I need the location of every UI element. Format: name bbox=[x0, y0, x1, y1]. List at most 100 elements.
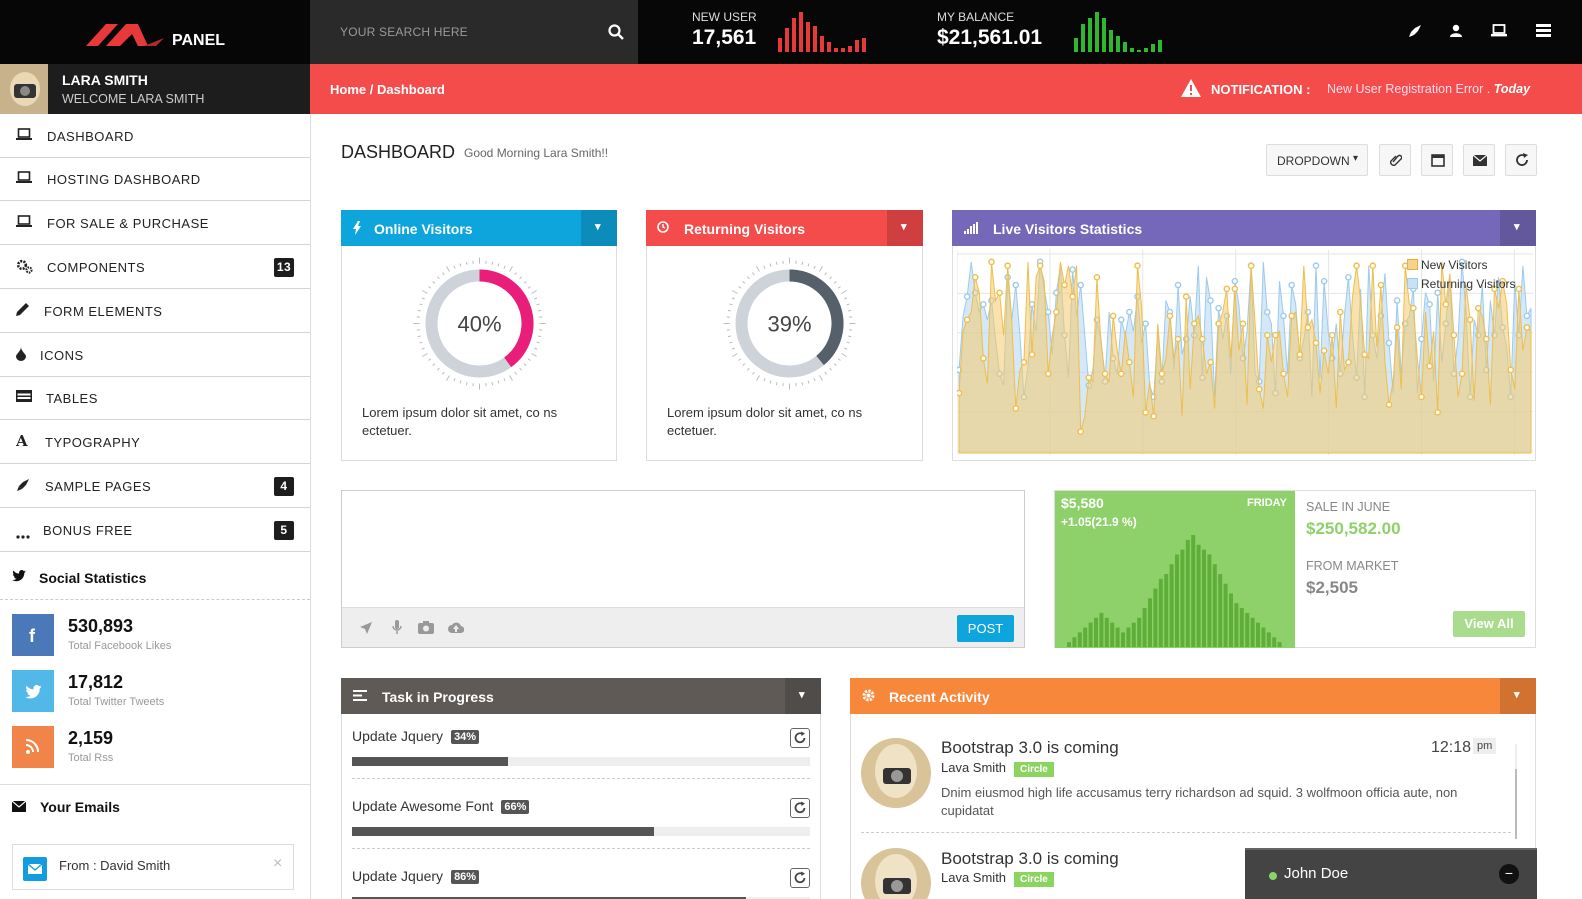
panel-dropdown-button[interactable]: ▾ bbox=[887, 210, 923, 246]
balance-sparkline bbox=[1074, 12, 1162, 52]
panel-dropdown-button[interactable]: ▾ bbox=[1500, 210, 1536, 246]
chat-box[interactable]: John Doe − bbox=[1245, 848, 1537, 899]
panel-dropdown-button[interactable]: ▾ bbox=[581, 210, 617, 246]
rss-icon[interactable] bbox=[12, 726, 54, 768]
sales-bar bbox=[1234, 603, 1239, 647]
envelope-icon bbox=[1473, 155, 1487, 166]
gauge-tick bbox=[801, 382, 804, 386]
data-point bbox=[1385, 401, 1393, 408]
search-icon[interactable] bbox=[608, 24, 624, 40]
sidebar-item-bonus-free[interactable]: BONUS FREE 5 bbox=[0, 508, 310, 552]
facebook-icon[interactable]: f bbox=[12, 614, 54, 656]
post-button[interactable]: POST bbox=[957, 615, 1014, 642]
task-name: Update Jquery bbox=[352, 728, 444, 744]
divider bbox=[861, 832, 1511, 833]
sales-bar bbox=[1110, 622, 1115, 647]
activity-title[interactable]: Bootstrap 3.0 is coming bbox=[941, 849, 1119, 869]
caret-down-icon: ▾ bbox=[1353, 153, 1359, 164]
calendar-button[interactable] bbox=[1421, 144, 1453, 176]
notification-message[interactable]: New User Registration Error . Today bbox=[1327, 82, 1530, 96]
gear-icon bbox=[862, 689, 875, 702]
close-icon[interactable]: × bbox=[273, 855, 282, 873]
rocket-icon[interactable] bbox=[1408, 24, 1422, 38]
live-visitors-header: Live Visitors Statistics ▾ bbox=[952, 210, 1536, 246]
gauge-tick bbox=[729, 341, 733, 344]
sidebar-item-tables[interactable]: TABLES bbox=[0, 376, 310, 420]
search-box[interactable]: YOUR SEARCH HERE bbox=[310, 0, 638, 64]
laptop-icon[interactable] bbox=[1491, 24, 1507, 37]
warning-icon bbox=[1181, 79, 1201, 97]
sidebar-item-icons[interactable]: ICONS bbox=[0, 333, 310, 377]
data-point bbox=[1053, 308, 1060, 316]
data-point bbox=[1345, 358, 1352, 366]
avatar[interactable] bbox=[0, 64, 48, 114]
microphone-icon[interactable] bbox=[392, 620, 402, 635]
divider bbox=[352, 848, 810, 849]
activity-title[interactable]: Bootstrap 3.0 is coming bbox=[941, 738, 1119, 758]
refresh-icon[interactable] bbox=[790, 798, 810, 818]
scrollbar[interactable] bbox=[1515, 744, 1517, 839]
sales-bar bbox=[1169, 564, 1174, 647]
sparkline-bar bbox=[827, 42, 831, 52]
data-point bbox=[1450, 331, 1458, 339]
gauge-tick bbox=[738, 358, 742, 361]
view-all-button[interactable]: View All bbox=[1453, 611, 1525, 637]
data-point bbox=[1288, 312, 1295, 320]
drop-icon bbox=[16, 347, 34, 363]
sales-change: +1.05(21.9 %) bbox=[1061, 515, 1137, 529]
gauge-tick bbox=[775, 261, 778, 265]
gauge-value: 40% bbox=[457, 312, 501, 337]
sales-bar bbox=[1067, 642, 1071, 647]
sales-bar bbox=[1148, 598, 1152, 647]
sidebar-item-hosting-dashboard[interactable]: HOSTING DASHBOARD bbox=[0, 157, 310, 201]
email-item[interactable]: From : David Smith × bbox=[12, 844, 294, 890]
sidebar-item-for-sale-purchase[interactable]: FOR SALE & PURCHASE bbox=[0, 201, 310, 245]
refresh-icon[interactable] bbox=[790, 728, 810, 748]
sidebar-item-components[interactable]: COMPONENTS 13 bbox=[0, 245, 310, 289]
tasks-body: Update Jquery 34% Update Awesome Font 66% Up… bbox=[341, 714, 821, 899]
sparkline-bar bbox=[1137, 50, 1141, 52]
location-arrow-icon[interactable] bbox=[360, 622, 372, 634]
gauge-tick bbox=[824, 371, 827, 375]
twitter-icon[interactable] bbox=[12, 670, 54, 712]
panel-dropdown-button[interactable]: ▾ bbox=[1500, 678, 1536, 714]
data-point bbox=[1077, 281, 1085, 289]
data-point bbox=[1385, 339, 1393, 347]
sidebar-item-form-elements[interactable]: FORM ELEMENTS bbox=[0, 289, 310, 333]
post-textarea[interactable] bbox=[342, 491, 1024, 607]
refresh-icon[interactable] bbox=[790, 868, 810, 888]
dropdown-button[interactable]: DROPDOWN ▾ bbox=[1266, 144, 1368, 176]
rocket-icon bbox=[16, 478, 34, 494]
user-icon[interactable] bbox=[1450, 24, 1462, 38]
menu-icon[interactable] bbox=[1536, 24, 1551, 37]
bolt-icon bbox=[353, 221, 361, 235]
cloud-upload-icon[interactable] bbox=[448, 621, 464, 633]
emails-title: Your Emails bbox=[40, 799, 120, 815]
breadcrumb-current: Dashboard bbox=[376, 82, 445, 97]
tasks-icon bbox=[353, 690, 367, 701]
logo[interactable]: PANEL bbox=[0, 0, 310, 64]
search-input[interactable]: YOUR SEARCH HERE bbox=[340, 25, 468, 39]
gauge-tick bbox=[833, 280, 837, 284]
sidebar-item-label: TABLES bbox=[46, 391, 98, 406]
avatar[interactable] bbox=[861, 738, 931, 808]
mail-button[interactable] bbox=[1463, 144, 1495, 176]
attach-button[interactable] bbox=[1379, 144, 1411, 176]
task-label: Update Jquery 86% bbox=[352, 868, 480, 884]
sidebar-item-typography[interactable]: A TYPOGRAPHY bbox=[0, 420, 310, 464]
avatar[interactable] bbox=[861, 848, 931, 899]
panel-dropdown-button[interactable]: ▾ bbox=[785, 678, 821, 714]
sidebar-item-dashboard[interactable]: DASHBOARD bbox=[0, 114, 310, 158]
gauge-tick bbox=[763, 378, 766, 382]
market-value: $2,505 bbox=[1306, 578, 1358, 597]
gauge-tick bbox=[775, 382, 778, 386]
sidebar-item-sample-pages[interactable]: SAMPLE PAGES 4 bbox=[0, 464, 310, 508]
task-percent: 34% bbox=[451, 730, 480, 744]
camera-icon[interactable] bbox=[418, 621, 434, 634]
breadcrumb-home[interactable]: Home bbox=[330, 82, 366, 97]
svg-text:f: f bbox=[29, 626, 36, 646]
minimize-icon[interactable]: − bbox=[1499, 864, 1519, 884]
refresh-button[interactable] bbox=[1505, 144, 1537, 176]
sparkline-bar bbox=[813, 26, 817, 52]
data-point bbox=[1515, 285, 1523, 293]
